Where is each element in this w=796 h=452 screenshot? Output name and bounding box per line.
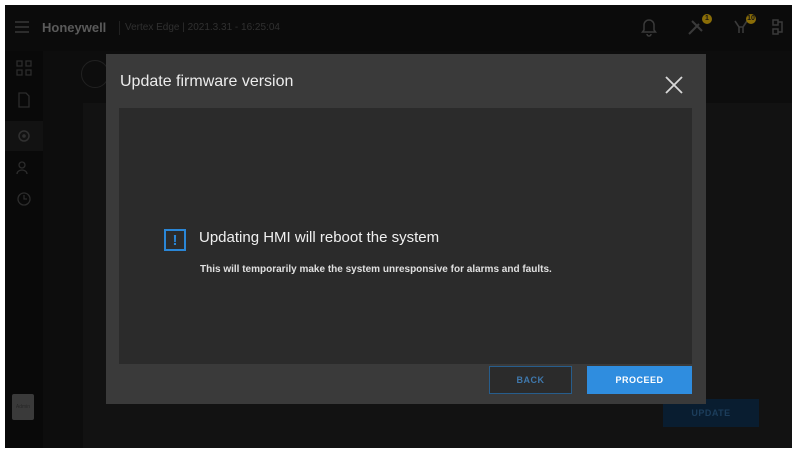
proceed-button[interactable]: PROCEED bbox=[587, 366, 692, 394]
warning-icon: ! bbox=[164, 229, 186, 251]
dialog-title: Update firmware version bbox=[120, 73, 294, 90]
update-firmware-dialog: Update firmware version ! Updating HMI w… bbox=[106, 54, 706, 404]
warning-message: This will temporarily make the system un… bbox=[200, 264, 552, 275]
app-window: Honeywell Vertex Edge | 2021.3.31 - 16:2… bbox=[5, 5, 792, 448]
close-icon[interactable] bbox=[663, 74, 685, 96]
back-button[interactable]: BACK bbox=[489, 366, 572, 394]
warning-title: Updating HMI will reboot the system bbox=[199, 229, 440, 246]
dialog-body: ! Updating HMI will reboot the system Th… bbox=[119, 108, 692, 364]
